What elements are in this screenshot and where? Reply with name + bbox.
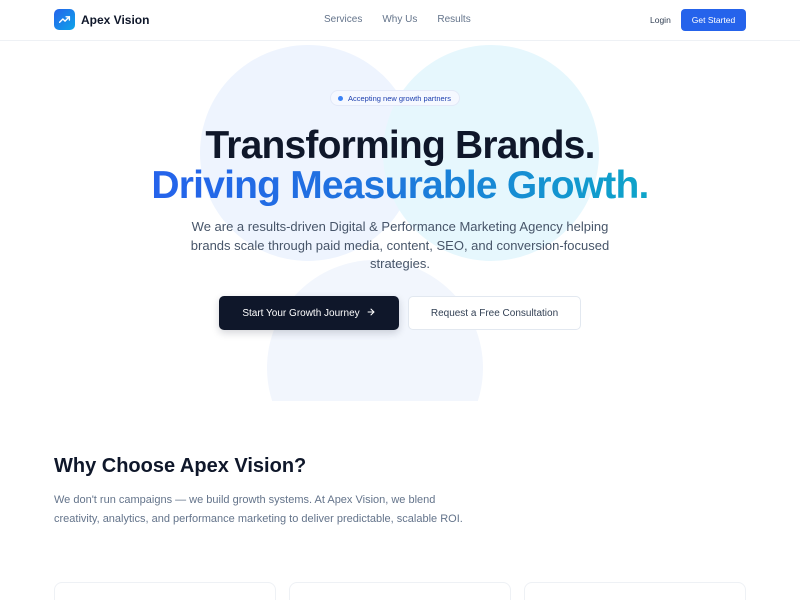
feature-card [524,582,746,600]
login-link[interactable]: Login [650,15,671,25]
nav-links: Services Why Us Results [324,14,471,25]
start-growth-journey-label: Start Your Growth Journey [242,307,360,319]
decorative-circle [267,260,483,401]
brand[interactable]: Apex Vision [54,9,149,30]
nav-link-why-us[interactable]: Why Us [382,14,417,25]
hero-title-gradient-text: Driving Measurable Growth. [151,164,649,207]
hero-title-line2: Driving Measurable Growth. [0,164,800,208]
nav-link-services[interactable]: Services [324,14,362,25]
top-nav: Apex Vision Services Why Us Results Logi… [0,0,800,41]
hero-subtitle: We are a results-driven Digital & Perfor… [190,219,610,271]
why-section-title: Why Choose Apex Vision? [54,455,307,477]
feature-card [289,582,511,600]
arrow-right-icon [366,307,376,320]
start-growth-journey-button[interactable]: Start Your Growth Journey [219,296,399,330]
hero-title-line1: Transforming Brands. [205,124,595,167]
brand-name: Apex Vision [81,12,150,27]
feature-card [54,582,276,600]
get-started-button[interactable]: Get Started [681,9,746,31]
badge-label: Accepting new growth partners [348,93,451,103]
status-badge: Accepting new growth partners [330,90,460,106]
nav-link-results[interactable]: Results [437,14,470,25]
trending-up-icon [54,9,75,30]
dot-icon [338,95,343,101]
request-consultation-button[interactable]: Request a Free Consultation [408,296,581,330]
why-section-text: We don't run campaigns — we build growth… [54,494,463,525]
